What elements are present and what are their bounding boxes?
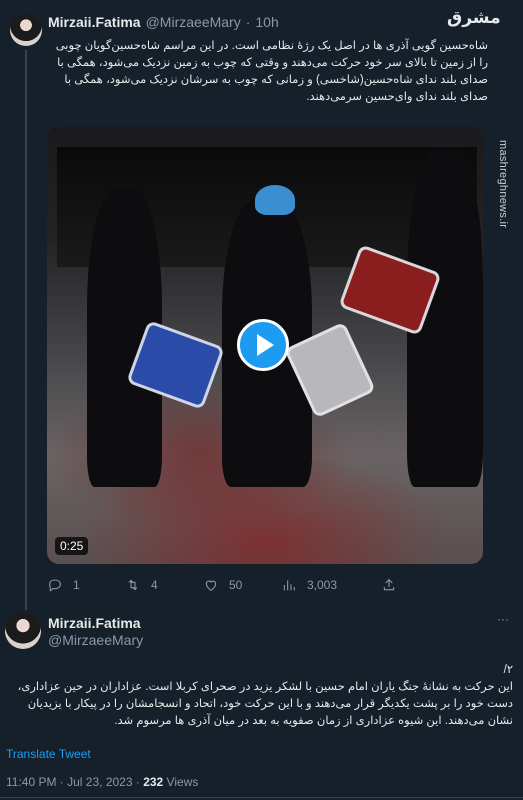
views-label: Views <box>163 775 199 789</box>
translate-tweet-link[interactable]: Translate Tweet <box>6 747 91 761</box>
mashregh-url-watermark: mashreghnews.ir <box>497 140 509 229</box>
thread-number: ۲/ <box>503 664 513 676</box>
tweet-text: شاه‌حسین گویی آذری ها در اصل یک رژهٔ نظا… <box>55 40 488 103</box>
separator-dot: · <box>245 14 251 30</box>
views-button[interactable]: 3,003 <box>281 577 381 593</box>
like-count: 50 <box>229 578 243 592</box>
tweet-actions: 1 4 50 3,003 <box>47 575 467 595</box>
avatar[interactable] <box>10 14 42 46</box>
video-duration: 0:25 <box>55 537 89 555</box>
divider <box>0 797 523 798</box>
views-icon <box>283 580 295 591</box>
mashregh-logo: مشرق <box>447 8 501 28</box>
avatar[interactable] <box>5 613 41 649</box>
video-figure-cap <box>255 185 295 215</box>
thread-line <box>25 50 27 610</box>
author-name[interactable]: Mirzaii.Fatima <box>48 615 141 631</box>
tweet-time[interactable]: 10h <box>255 14 278 30</box>
play-button[interactable] <box>237 319 289 371</box>
views-count: 232 <box>143 775 164 789</box>
heart-icon <box>205 580 217 591</box>
retweet-count: 4 <box>151 578 158 592</box>
tweet-header: Mirzaii.Fatima @MirzaeeMary · 10h <box>48 14 279 30</box>
tweet-text: ۲/ این حرکت به نشانهٔ جنگ یاران امام حسی… <box>8 662 513 730</box>
author-handle[interactable]: @MirzaeeMary <box>146 14 241 30</box>
share-icon <box>383 578 395 591</box>
author-handle[interactable]: @MirzaeeMary <box>48 632 143 648</box>
share-button[interactable] <box>381 577 397 593</box>
timestamp-text[interactable]: 11:40 PM · Jul 23, 2023 · <box>6 775 143 789</box>
retweet-icon <box>128 579 138 591</box>
video-player[interactable]: 0:25 <box>47 127 483 564</box>
tweet-body: این حرکت به نشانهٔ جنگ یاران امام حسین ب… <box>17 681 513 727</box>
play-icon <box>257 334 274 356</box>
reply-count: 1 <box>73 578 80 592</box>
tweet-timestamp: 11:40 PM · Jul 23, 2023 · 232 Views <box>6 775 198 789</box>
author-name[interactable]: Mirzaii.Fatima <box>48 14 141 30</box>
views-count: 3,003 <box>307 578 338 592</box>
reply-button[interactable]: 1 <box>47 577 125 593</box>
reply-icon <box>49 579 61 592</box>
retweet-button[interactable]: 4 <box>125 577 203 593</box>
like-button[interactable]: 50 <box>203 577 281 593</box>
more-options-button[interactable]: ··· <box>497 612 509 626</box>
